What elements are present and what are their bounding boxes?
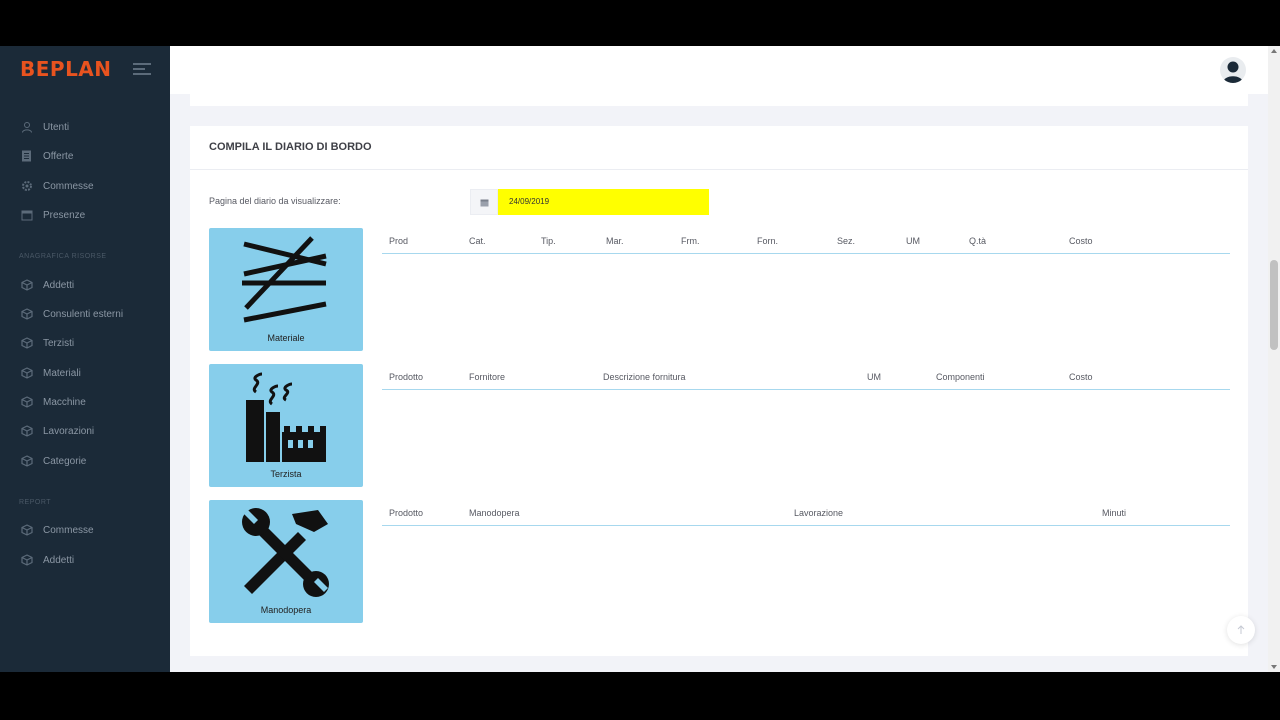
logbook-card: COMPILA IL DIARIO DI BORDO Pagina del di… (190, 126, 1248, 656)
previous-card (190, 94, 1248, 106)
sidebar-item-label: Commesse (43, 524, 94, 536)
sidebar-item-label: Addetti (43, 554, 75, 566)
column-header[interactable]: Prodotto (389, 372, 423, 382)
sidebar-item-offerte[interactable]: Offerte (0, 143, 170, 169)
tile-manodopera[interactable]: Manodopera (209, 500, 363, 623)
date-field-label: Pagina del diario da visualizzare: (209, 196, 341, 206)
tile-terzista[interactable]: Terzista (209, 364, 363, 487)
menu-toggle-icon[interactable] (133, 63, 151, 75)
sidebar-item-label: Macchine (43, 396, 86, 408)
tile-label: Terzista (270, 469, 302, 479)
logo-text: BEPLAN (20, 57, 112, 81)
column-header[interactable]: UM (867, 372, 881, 382)
sidebar-item-report-addetti[interactable]: Addetti (0, 547, 170, 573)
letterbox-bottom (0, 672, 1280, 720)
logo[interactable]: BEPLAN (20, 57, 112, 81)
card-title: COMPILA IL DIARIO DI BORDO (209, 141, 372, 153)
column-header[interactable]: Manodopera (469, 508, 520, 518)
cube-icon (20, 367, 33, 380)
app-window: BEPLAN Utenti Offerte Commesse Presenze … (0, 46, 1280, 672)
sidebar-item-label: Commesse (43, 180, 94, 192)
column-header[interactable]: Prodotto (389, 508, 423, 518)
letterbox-top (0, 0, 1280, 46)
sidebar-item-utenti[interactable]: Utenti (0, 114, 170, 140)
column-header[interactable]: Costo (1069, 372, 1093, 382)
column-header[interactable]: Frm. (681, 236, 700, 246)
sidebar-item-label: Offerte (43, 150, 74, 162)
subcontractor-table-header: Prodotto Fornitore Descrizione fornitura… (382, 364, 1230, 390)
cube-icon (20, 337, 33, 350)
user-avatar-icon[interactable] (1220, 57, 1246, 83)
column-header[interactable]: UM (906, 236, 920, 246)
sidebar-item-label: Utenti (43, 121, 70, 133)
scroll-down-arrow-icon[interactable] (1271, 665, 1277, 669)
tools-icon (242, 508, 329, 597)
cube-icon (20, 425, 33, 438)
sidebar-item-categorie[interactable]: Categorie (0, 448, 170, 474)
sidebar: BEPLAN Utenti Offerte Commesse Presenze … (0, 46, 170, 672)
column-header[interactable]: Tip. (541, 236, 556, 246)
sidebar-item-macchine[interactable]: Macchine (0, 389, 170, 415)
sidebar-item-consulenti-esterni[interactable]: Consulenti esterni (0, 301, 170, 327)
column-header[interactable]: Costo (1069, 236, 1093, 246)
column-header[interactable]: Componenti (936, 372, 985, 382)
gear-icon (20, 180, 33, 193)
sidebar-item-label: Consulenti esterni (43, 308, 124, 320)
column-header[interactable]: Mar. (606, 236, 624, 246)
calendar-icon (20, 209, 33, 222)
sidebar-item-materiali[interactable]: Materiali (0, 360, 170, 386)
column-header[interactable]: Cat. (469, 236, 486, 246)
sidebar-item-addetti[interactable]: Addetti (0, 272, 170, 298)
sidebar-item-label: Materiali (43, 367, 81, 379)
sidebar-section-risorse: ANAGRAFICA RISORSE (19, 253, 107, 260)
scroll-to-top-button[interactable] (1227, 616, 1255, 644)
cube-icon (20, 524, 33, 537)
sidebar-item-label: Lavorazioni (43, 425, 95, 437)
column-header[interactable]: Descrizione fornitura (603, 372, 686, 382)
divider (190, 169, 1248, 170)
column-header[interactable]: Prod (389, 236, 408, 246)
document-icon (20, 150, 33, 163)
cube-icon (20, 455, 33, 468)
tile-label: Manodopera (260, 605, 312, 615)
arrow-up-icon (1237, 625, 1245, 634)
cube-icon (20, 554, 33, 567)
column-header[interactable]: Q.tà (969, 236, 986, 246)
tile-label: Materiale (267, 333, 305, 343)
sidebar-item-commesse[interactable]: Commesse (0, 173, 170, 199)
sidebar-section-report: REPORT (19, 499, 52, 506)
sidebar-item-label: Categorie (43, 455, 87, 467)
sidebar-item-label: Terzisti (43, 337, 75, 349)
column-header[interactable]: Lavorazione (794, 508, 843, 518)
scrollbar-thumb[interactable] (1270, 260, 1278, 350)
cube-icon (20, 308, 33, 321)
labor-table-header: Prodotto Manodopera Lavorazione Minuti (382, 500, 1230, 526)
sidebar-item-terzisti[interactable]: Terzisti (0, 330, 170, 356)
sidebar-item-presenze[interactable]: Presenze (0, 202, 170, 228)
column-header[interactable]: Fornitore (469, 372, 505, 382)
cube-icon (20, 396, 33, 409)
sidebar-item-label: Presenze (43, 209, 86, 221)
sidebar-item-lavorazioni[interactable]: Lavorazioni (0, 418, 170, 444)
scroll-up-arrow-icon[interactable] (1271, 49, 1277, 53)
user-icon (20, 121, 33, 134)
topbar (170, 46, 1268, 94)
material-table-header: Prod Cat. Tip. Mar. Frm. Forn. Sez. UM Q… (382, 228, 1230, 254)
cube-icon (20, 279, 33, 292)
factory-icon (246, 372, 326, 462)
date-input[interactable]: 24/09/2019 (498, 189, 709, 215)
column-header[interactable]: Forn. (757, 236, 778, 246)
sidebar-item-report-commesse[interactable]: Commesse (0, 517, 170, 543)
page-scrollbar[interactable] (1268, 46, 1280, 672)
sidebar-item-label: Addetti (43, 279, 75, 291)
tile-materiale[interactable]: Materiale (209, 228, 363, 351)
calendar-icon[interactable] (470, 189, 498, 215)
column-header[interactable]: Sez. (837, 236, 855, 246)
column-header[interactable]: Minuti (1102, 508, 1126, 518)
materials-icon (242, 236, 327, 323)
